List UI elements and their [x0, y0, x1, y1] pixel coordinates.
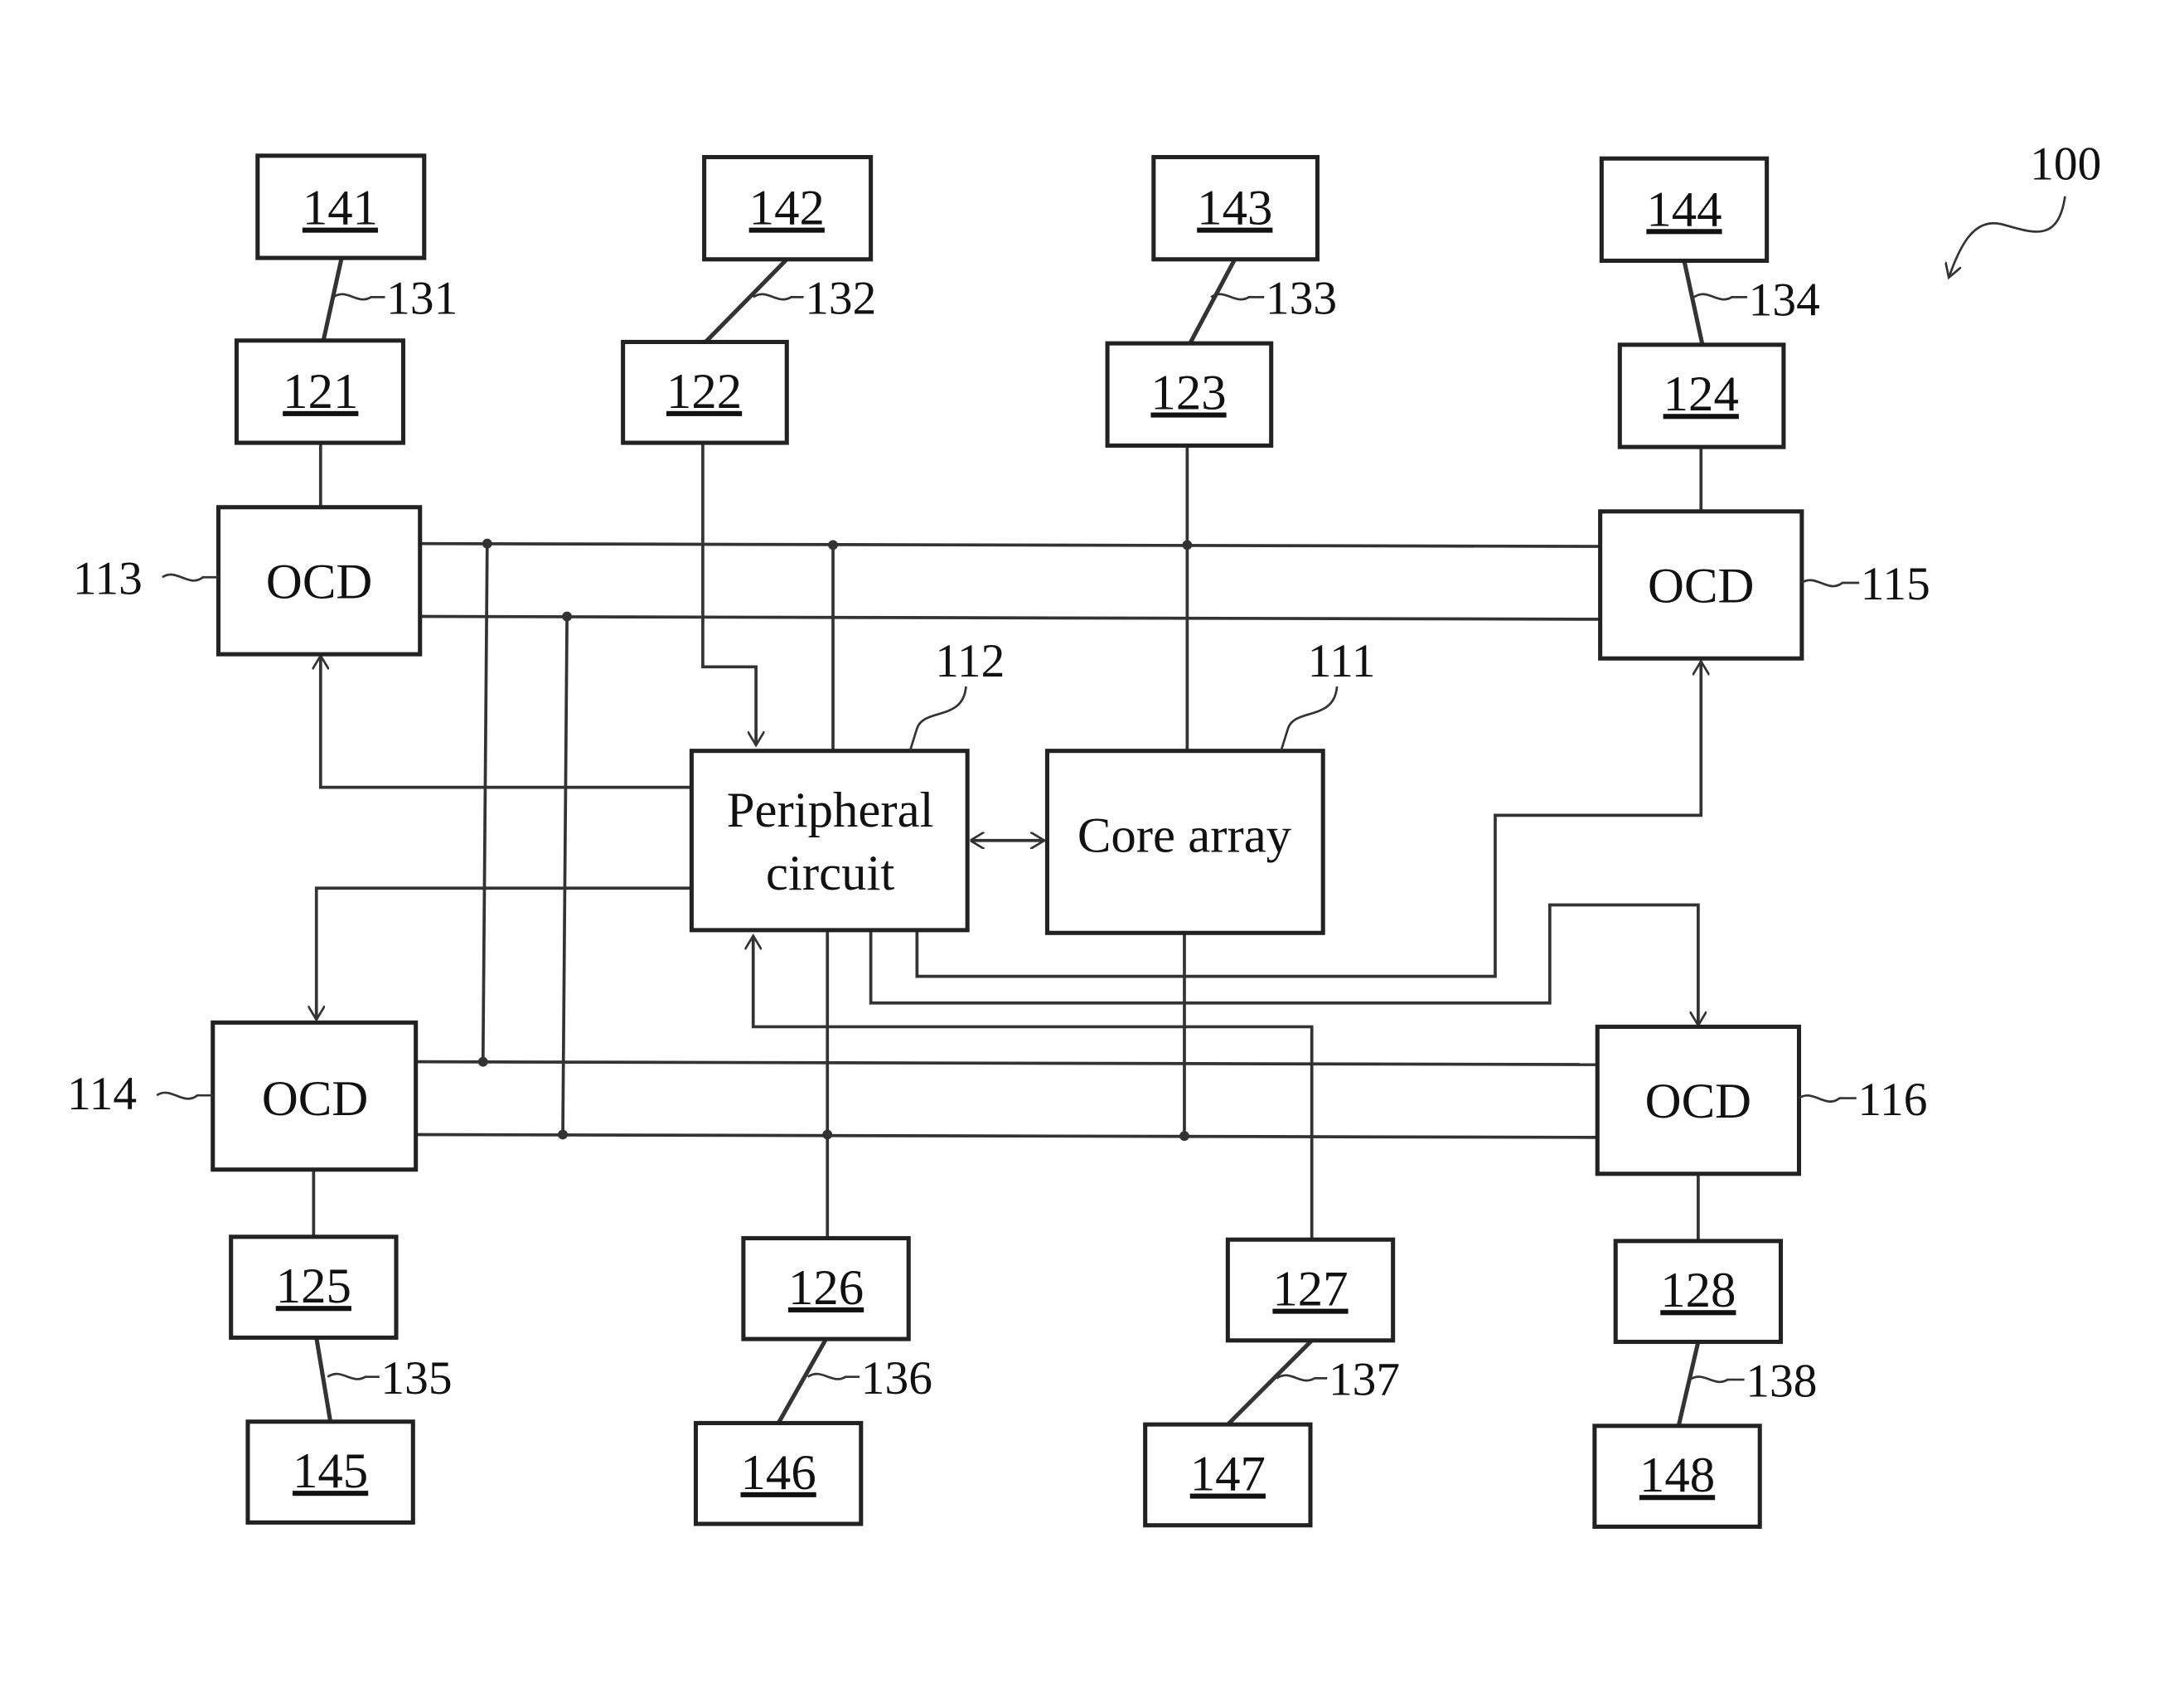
ref-112-leader [908, 686, 967, 752]
pin-143: 143 [1151, 154, 1320, 262]
ref-131: 131 [386, 273, 458, 325]
ref-135: 135 [380, 1352, 452, 1404]
pin-144-label: 144 [1646, 182, 1722, 237]
core-array: Core array [1044, 749, 1325, 935]
bus-bottom-2 [417, 1133, 1596, 1139]
pad-126-label: 126 [788, 1260, 864, 1316]
wire-127-peripheral [753, 936, 1314, 1240]
ref-133-leader [1210, 293, 1265, 301]
ocd-113: OCD [215, 505, 423, 657]
ref-114: 114 [67, 1068, 137, 1120]
pad-127-label: 127 [1272, 1262, 1348, 1317]
pad-128-label: 128 [1660, 1263, 1736, 1318]
pin-147: 147 [1143, 1422, 1313, 1528]
wire-peripheral-114 [317, 886, 692, 1020]
ref-113-leader [162, 573, 219, 582]
pin-146: 146 [693, 1420, 864, 1526]
bond-wire-137 [1226, 1338, 1314, 1426]
ref-100-leader [1949, 196, 2066, 278]
ocd-115-label: OCD [1648, 559, 1754, 614]
ref-137-leader [1276, 1374, 1328, 1382]
junction-dot [477, 1056, 488, 1067]
pin-144: 144 [1599, 156, 1770, 264]
ref-114-leader [156, 1091, 213, 1100]
ref-134: 134 [1749, 274, 1820, 326]
pin-145: 145 [245, 1419, 415, 1525]
bus-top-2 [419, 614, 1600, 621]
pad-128: 128 [1613, 1239, 1784, 1345]
junction-dot [482, 538, 492, 549]
ocd-114-label: OCD [262, 1071, 368, 1127]
junction-dot [558, 1129, 568, 1140]
pin-142: 142 [702, 154, 874, 262]
bond-wire-138 [1676, 1341, 1701, 1427]
pad-124-label: 124 [1663, 366, 1739, 422]
bond-wire-134 [1682, 260, 1705, 346]
bus-top-1 [419, 541, 1600, 548]
ref-111-leader [1280, 686, 1339, 752]
pad-121: 121 [234, 338, 405, 445]
pad-125: 125 [229, 1234, 399, 1340]
ref-138: 138 [1746, 1355, 1817, 1407]
pin-148-label: 148 [1639, 1448, 1715, 1503]
ref-100: 100 [2030, 138, 2101, 191]
ref-133: 133 [1266, 273, 1337, 325]
core-array-label: Core array [1077, 808, 1292, 863]
pad-125-label: 125 [276, 1259, 351, 1314]
ocd-116-label: OCD [1645, 1074, 1751, 1129]
ref-116: 116 [1857, 1074, 1927, 1126]
ocd-113-label: OCD [266, 555, 372, 610]
pin-145-label: 145 [293, 1443, 368, 1499]
pad-123-label: 123 [1150, 366, 1226, 421]
ref-135-leader [327, 1372, 380, 1380]
bond-wire-131 [321, 257, 344, 342]
bond-wire-136 [776, 1337, 828, 1424]
ocd-116: OCD [1595, 1024, 1802, 1176]
pad-123: 123 [1105, 341, 1274, 448]
pin-143-label: 143 [1197, 181, 1272, 236]
pad-126: 126 [741, 1235, 911, 1341]
ref-134-leader [1693, 293, 1747, 301]
ref-111: 111 [1308, 635, 1376, 687]
wire-122-peripheral [701, 443, 756, 745]
ref-113: 113 [73, 552, 143, 604]
ref-136-leader [806, 1372, 860, 1380]
ref-136: 136 [861, 1352, 932, 1404]
pad-122-label: 122 [666, 364, 742, 420]
bus-bottom-1 [417, 1060, 1596, 1066]
ref-131-leader [332, 293, 385, 301]
peripheral-label-line1: Peripheral [727, 783, 934, 838]
junction-dot [562, 611, 572, 622]
wire-peripheral-113 [321, 656, 692, 789]
peripheral-circuit: Peripheral circuit [689, 749, 970, 933]
pin-142-label: 142 [749, 181, 825, 236]
ref-116-leader [1798, 1094, 1857, 1103]
pin-146-label: 146 [741, 1445, 816, 1501]
pad-127: 127 [1225, 1237, 1396, 1343]
ocd-114: OCD [211, 1020, 419, 1172]
pad-124: 124 [1617, 342, 1786, 449]
pad-122: 122 [621, 339, 789, 445]
pin-148: 148 [1592, 1424, 1762, 1529]
pad-121-label: 121 [283, 364, 358, 420]
pin-147-label: 147 [1190, 1447, 1266, 1502]
bus-vertical-2 [561, 616, 569, 1135]
ref-137: 137 [1329, 1354, 1400, 1406]
circuit-diagram: 141 142 143 144 121 122 123 124 OCD OCD … [67, 138, 2101, 1529]
signal-wires [313, 443, 1701, 1240]
bus-vertical-1 [481, 543, 489, 1062]
pin-141: 141 [255, 153, 427, 260]
bond-wire-133 [1188, 258, 1237, 345]
ref-138-leader [1688, 1375, 1745, 1384]
ocd-115: OCD [1598, 509, 1804, 661]
bond-wire-135 [314, 1336, 333, 1423]
peripheral-label-line2: circuit [766, 846, 894, 901]
ref-112: 112 [935, 635, 1005, 687]
ref-115-leader [1801, 579, 1860, 588]
bond-wire-132 [704, 256, 790, 344]
ref-132: 132 [805, 273, 876, 325]
pin-141-label: 141 [303, 181, 378, 236]
ref-115: 115 [1861, 558, 1930, 610]
ref-132-leader [752, 293, 804, 301]
